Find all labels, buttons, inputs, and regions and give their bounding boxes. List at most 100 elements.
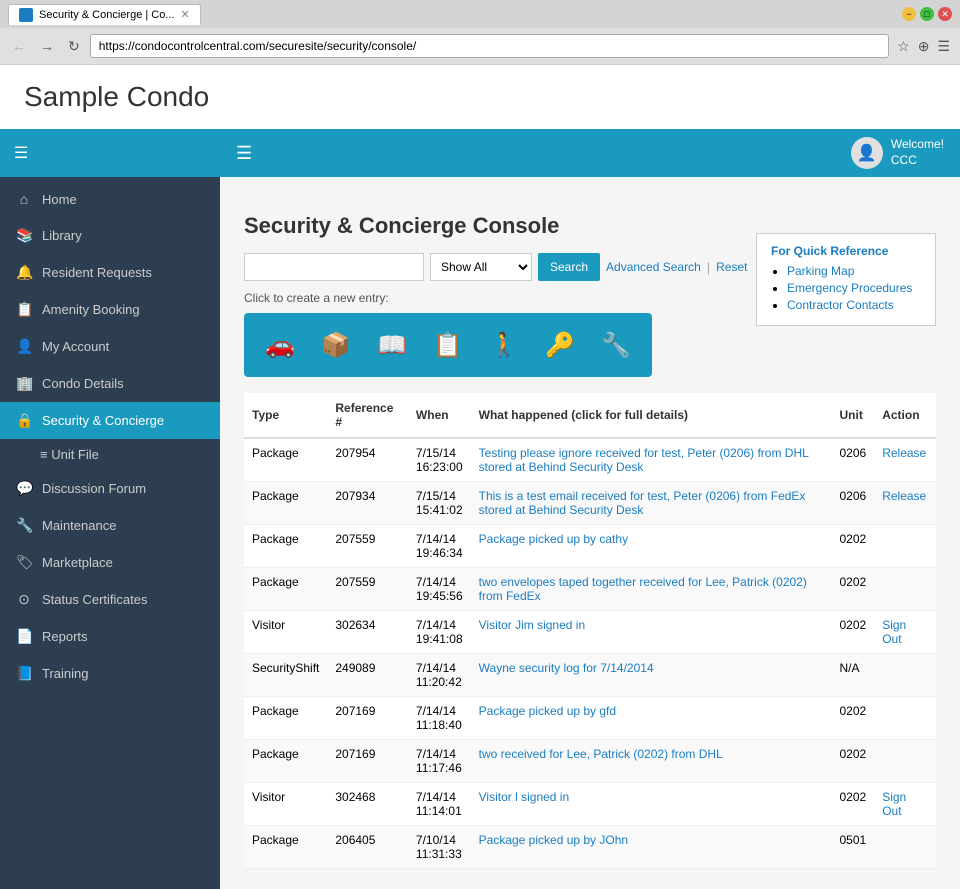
sidebar-item-home[interactable]: ⌂ Home xyxy=(0,181,220,217)
sidebar-item-condo-details[interactable]: 🏢 Condo Details xyxy=(0,365,220,402)
entry-detail-link[interactable]: Package picked up by gfd xyxy=(479,704,616,718)
menu-button[interactable]: ☰ xyxy=(935,36,952,57)
entry-detail-link[interactable]: Visitor Jim signed in xyxy=(479,618,586,632)
window-controls: − □ ✕ xyxy=(902,7,952,21)
package-entry-icon[interactable]: 📦 xyxy=(310,321,362,369)
parking-map-link[interactable]: Parking Map xyxy=(787,264,854,278)
search-input[interactable] xyxy=(244,253,424,281)
entry-detail-link[interactable]: This is a test email received for test, … xyxy=(479,489,806,517)
cell-what[interactable]: Wayne security log for 7/14/2014 xyxy=(471,654,832,697)
cell-what[interactable]: two received for Lee, Patrick (0202) fro… xyxy=(471,740,832,783)
emergency-procedures-link[interactable]: Emergency Procedures xyxy=(787,281,912,295)
cell-reference: 302468 xyxy=(327,783,408,826)
cell-action: Sign Out xyxy=(874,611,936,654)
cell-what[interactable]: Testing please ignore received for test,… xyxy=(471,438,832,482)
sidebar-item-security-concierge[interactable]: 🔒 Security & Concierge xyxy=(0,402,220,439)
table-header-row: Type Reference # When What happened (cli… xyxy=(244,393,936,438)
entry-detail-link[interactable]: two received for Lee, Patrick (0202) fro… xyxy=(479,747,723,761)
bookmark-button[interactable]: ☆ xyxy=(895,36,912,57)
sidebar-item-reports[interactable]: 📄 Reports xyxy=(0,618,220,655)
entry-detail-link[interactable]: Wayne security log for 7/14/2014 xyxy=(479,661,654,675)
extensions-button[interactable]: ⊕ xyxy=(916,36,932,57)
minimize-button[interactable]: − xyxy=(902,7,916,21)
sidebar-item-my-account[interactable]: 👤 My Account xyxy=(0,328,220,365)
welcome-label: Welcome! xyxy=(891,137,944,153)
reset-link[interactable]: Reset xyxy=(716,260,747,274)
forum-icon: 💬 xyxy=(16,480,32,497)
cell-what[interactable]: Package picked up by gfd xyxy=(471,697,832,740)
sidebar-item-library[interactable]: 📚 Library xyxy=(0,217,220,254)
sidebar-label-condo-details: Condo Details xyxy=(42,376,124,391)
amenity-icon: 📋 xyxy=(16,301,32,318)
entries-table: Type Reference # When What happened (cli… xyxy=(244,393,936,869)
action-link[interactable]: Sign Out xyxy=(882,790,906,818)
sidebar-item-training[interactable]: 📘 Training xyxy=(0,655,220,692)
contractor-contacts-link[interactable]: Contractor Contacts xyxy=(787,298,894,312)
search-divider: | xyxy=(707,260,710,275)
action-link[interactable]: Release xyxy=(882,446,926,460)
back-button[interactable]: ← xyxy=(8,36,30,56)
cell-when: 7/14/14 19:45:56 xyxy=(408,568,471,611)
entry-detail-link[interactable]: Testing please ignore received for test,… xyxy=(479,446,809,474)
search-button[interactable]: Search xyxy=(538,253,600,281)
advanced-search-link[interactable]: Advanced Search xyxy=(606,260,701,274)
cell-what[interactable]: Visitor Jim signed in xyxy=(471,611,832,654)
hamburger-icon[interactable]: ☰ xyxy=(14,143,28,163)
entry-detail-link[interactable]: Package picked up by cathy xyxy=(479,532,628,546)
key-entry-icon[interactable]: 🔑 xyxy=(534,321,586,369)
entry-detail-link[interactable]: two envelopes taped together received fo… xyxy=(479,575,807,603)
entry-icon-bar: 🚗 📦 📖 📋 🚶 🔑 🔧 xyxy=(244,313,652,377)
cell-what[interactable]: two envelopes taped together received fo… xyxy=(471,568,832,611)
col-what: What happened (click for full details) xyxy=(471,393,832,438)
cell-what[interactable]: This is a test email received for test, … xyxy=(471,482,832,525)
cell-reference: 207169 xyxy=(327,740,408,783)
forward-button[interactable]: → xyxy=(36,36,58,56)
site-header: Sample Condo xyxy=(0,65,960,129)
maintenance-icon: 🔧 xyxy=(16,517,32,534)
table-row: Package2071697/14/14 11:17:46two receive… xyxy=(244,740,936,783)
cell-what[interactable]: Package picked up by JOhn xyxy=(471,826,832,869)
cell-reference: 207559 xyxy=(327,568,408,611)
sidebar-label-status-certificates: Status Certificates xyxy=(42,592,148,607)
cell-what[interactable]: Visitor l signed in xyxy=(471,783,832,826)
browser-tab[interactable]: Security & Concierge | Co... ✕ xyxy=(8,4,201,25)
sidebar-item-discussion-forum[interactable]: 💬 Discussion Forum xyxy=(0,470,220,507)
sidebar-item-amenity-booking[interactable]: 📋 Amenity Booking xyxy=(0,291,220,328)
book-entry-icon[interactable]: 📖 xyxy=(366,321,418,369)
tab-close-icon[interactable]: ✕ xyxy=(181,8,190,21)
hamburger-top-icon[interactable]: ☰ xyxy=(236,143,252,164)
maximize-button[interactable]: □ xyxy=(920,7,934,21)
car-entry-icon[interactable]: 🚗 xyxy=(254,321,306,369)
cell-unit: 0501 xyxy=(832,826,875,869)
refresh-button[interactable]: ↻ xyxy=(64,36,84,57)
library-icon: 📚 xyxy=(16,227,32,244)
sidebar-item-status-certificates[interactable]: ⊙ Status Certificates xyxy=(0,581,220,618)
cell-action xyxy=(874,826,936,869)
action-link[interactable]: Release xyxy=(882,489,926,503)
table-row: Package2075597/14/14 19:45:56two envelop… xyxy=(244,568,936,611)
cell-when: 7/10/14 11:31:33 xyxy=(408,826,471,869)
sidebar-item-resident-requests[interactable]: 🔔 Resident Requests xyxy=(0,254,220,291)
address-bar[interactable] xyxy=(90,34,889,58)
sidebar-label-my-account: My Account xyxy=(42,339,109,354)
entry-detail-link[interactable]: Package picked up by JOhn xyxy=(479,833,628,847)
document-entry-icon[interactable]: 📋 xyxy=(422,321,474,369)
type-filter-select[interactable]: Show All Package Visitor SecurityShift xyxy=(430,253,532,281)
close-button[interactable]: ✕ xyxy=(938,7,952,21)
sidebar-item-maintenance[interactable]: 🔧 Maintenance xyxy=(0,507,220,544)
home-icon: ⌂ xyxy=(16,191,32,207)
main-area: ☰ 👤 Welcome! CCC Security & Concierge Co… xyxy=(220,129,960,889)
tools-entry-icon[interactable]: 🔧 xyxy=(590,321,642,369)
action-link[interactable]: Sign Out xyxy=(882,618,906,646)
sidebar-item-marketplace[interactable]: 🏷 Marketplace xyxy=(0,544,220,581)
cell-when: 7/14/14 11:17:46 xyxy=(408,740,471,783)
cell-reference: 249089 xyxy=(327,654,408,697)
visitor-entry-icon[interactable]: 🚶 xyxy=(478,321,530,369)
cell-reference: 207954 xyxy=(327,438,408,482)
entry-detail-link[interactable]: Visitor l signed in xyxy=(479,790,570,804)
sidebar-label-amenity-booking: Amenity Booking xyxy=(42,302,140,317)
account-icon: 👤 xyxy=(16,338,32,355)
sidebar-item-unit-file[interactable]: ≡ Unit File xyxy=(0,439,220,470)
cell-what[interactable]: Package picked up by cathy xyxy=(471,525,832,568)
cell-type: Package xyxy=(244,438,327,482)
